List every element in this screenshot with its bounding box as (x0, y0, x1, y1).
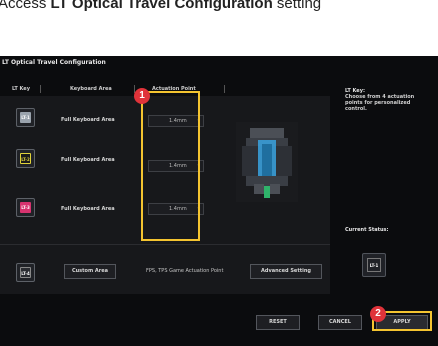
lt3-key-label: LT-3 (20, 202, 31, 213)
lt2-key-icon[interactable]: LT-2 (16, 149, 35, 168)
sidebar-description: Choose from 4 actuation points for perso… (345, 94, 415, 112)
caption-bold: LT Optical Travel Configuration (50, 0, 273, 12)
current-status-label: Current Status: (345, 227, 389, 233)
advanced-setting-button[interactable]: Advanced Setting (250, 264, 322, 279)
row2-keyboard-area: Full Keyboard Area (61, 157, 115, 163)
col-separator (40, 85, 41, 93)
actuation-highlight-box (141, 91, 200, 241)
lt1-key-label: LT-1 (20, 112, 31, 123)
step-badge-1: 1 (134, 88, 150, 104)
reset-button[interactable]: RESET (256, 315, 300, 330)
caption-text: Access LT Optical Travel Configuration s… (0, 0, 438, 26)
row3-keyboard-area: Full Keyboard Area (61, 206, 115, 212)
lt3-key-icon[interactable]: LT-3 (16, 198, 35, 217)
fps-tps-label: FPS, TPS Game Actuation Point (146, 268, 224, 274)
col-header-lt-key: LT Key (12, 86, 30, 92)
current-status-key-label: LT-1 (367, 258, 381, 272)
caption-suffix: setting (272, 0, 322, 12)
lt4-key-icon[interactable]: LT-4 (16, 263, 35, 282)
lt4-key-label: LT-4 (20, 267, 31, 278)
current-status-key-icon: LT-1 (362, 253, 386, 277)
window-title: LT Optical Travel Configuration (2, 59, 106, 66)
cancel-button[interactable]: CANCEL (318, 315, 362, 330)
custom-area-button[interactable]: Custom Area (64, 264, 116, 279)
col-separator (224, 85, 225, 93)
lt1-key-icon[interactable]: LT-1 (16, 108, 35, 127)
row1-keyboard-area: Full Keyboard Area (61, 117, 115, 123)
lt2-key-label: LT-2 (20, 153, 31, 164)
col-header-keyboard-area: Keyboard Area (70, 86, 112, 92)
optical-switch-icon (236, 122, 298, 202)
row-divider (0, 244, 330, 245)
caption-prefix: Access (0, 0, 51, 12)
step-badge-2: 2 (370, 306, 386, 322)
